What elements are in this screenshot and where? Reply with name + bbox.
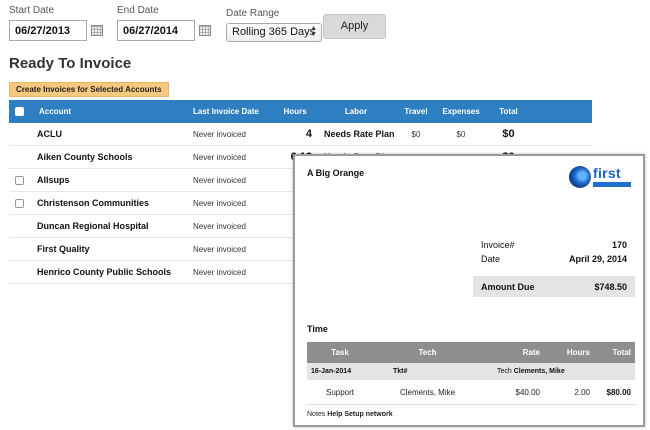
row-task: Support	[325, 387, 355, 397]
last-invoice-date: Never invoiced	[193, 152, 246, 162]
apply-button[interactable]: Apply	[323, 14, 386, 39]
row-checkbox[interactable]	[14, 198, 24, 208]
logo-mark-icon	[569, 166, 591, 188]
invoice-notes: Notes Help Setup network	[307, 411, 393, 418]
col-rate: Rate	[522, 348, 540, 357]
time-table: Task Tech Rate Hours Total 16-Jan-2014 T…	[307, 342, 635, 405]
amount-due-bar: Amount Due $748.50	[473, 276, 635, 297]
group-date: 16-Jan-2014	[311, 368, 352, 375]
accounts-table-header: Account Last Invoice Date Hours Labor Tr…	[9, 100, 592, 123]
account-name[interactable]: Duncan Regional Hospital	[29, 221, 183, 231]
col-total: Total	[612, 348, 631, 357]
amount-due-label: Amount Due	[481, 281, 535, 292]
account-name[interactable]: ACLU	[29, 129, 183, 139]
col-hours[interactable]: Hours	[278, 107, 316, 116]
page-title: Ready To Invoice	[9, 55, 132, 72]
invoice-company: A Big Orange	[307, 168, 365, 178]
start-date-group: Start Date	[9, 5, 103, 41]
start-date-input[interactable]	[9, 20, 87, 41]
time-section-label: Time	[307, 324, 328, 334]
notes-value: Help Setup network	[327, 411, 393, 418]
table-row[interactable]: ACLU Never invoiced 4 Needs Rate Plan $0 $0 $0	[9, 123, 592, 146]
invoice-preview: A Big Orange first Invoice# 170 Date Apr…	[293, 154, 645, 427]
col-expenses[interactable]: Expenses	[436, 107, 486, 116]
expenses-value: $0	[456, 129, 466, 139]
account-name[interactable]: Christenson Communities	[29, 198, 183, 208]
time-group-row: 16-Jan-2014 Tkt# Tech Clements, Mike	[307, 363, 635, 380]
last-invoice-date: Never invoiced	[193, 129, 246, 139]
date-range-value: Rolling 365 Days	[232, 26, 316, 38]
invoice-date-label: Date	[481, 254, 501, 264]
date-range-select[interactable]: Rolling 365 Days ▲ ▼	[226, 23, 322, 42]
last-invoice-date: Never invoiced	[193, 244, 246, 254]
select-arrows-icon: ▲ ▼	[310, 25, 317, 38]
start-date-label: Start Date	[9, 5, 55, 16]
create-invoices-button[interactable]: Create Invoices for Selected Accounts	[9, 82, 169, 97]
calendar-icon[interactable]	[91, 25, 103, 36]
amount-due-value: $748.50	[594, 281, 627, 292]
last-invoice-date: Never invoiced	[193, 267, 246, 277]
col-labor[interactable]: Labor	[316, 107, 396, 116]
notes-label: Notes	[307, 411, 326, 418]
row-total: $80.00	[606, 387, 631, 397]
total-value: $0	[502, 128, 515, 140]
account-name[interactable]: Aiken County Schools	[29, 152, 183, 162]
account-name[interactable]: Henrico County Public Schools	[29, 267, 183, 277]
row-hours: 2.00	[574, 387, 590, 397]
last-invoice-date: Never invoiced	[193, 198, 246, 208]
last-invoice-date: Never invoiced	[193, 175, 246, 185]
account-name[interactable]: Allsups	[29, 175, 183, 185]
invoice-number-value: 170	[611, 240, 627, 250]
end-date-label: End Date	[117, 5, 159, 16]
col-travel[interactable]: Travel	[396, 107, 436, 116]
invoice-number-row: Invoice# 170	[473, 240, 635, 250]
invoice-date-row: Date April 29, 2014	[473, 254, 635, 264]
col-last-invoice-date[interactable]: Last Invoice Date	[183, 107, 278, 116]
date-range-label: Date Range	[226, 8, 280, 19]
row-checkbox[interactable]	[14, 175, 24, 185]
company-logo: first	[569, 166, 633, 194]
logo-word: first	[593, 165, 621, 181]
account-name[interactable]: First Quality	[29, 244, 183, 254]
end-date-group: End Date	[117, 5, 211, 41]
logo-bar	[593, 182, 631, 187]
group-ticket: Tkt#	[393, 368, 408, 375]
hours-value: 4	[305, 128, 312, 140]
invoice-date-value: April 29, 2014	[568, 254, 627, 264]
group-tech-name: Clements, Mike	[513, 368, 565, 375]
travel-value: $0	[411, 129, 421, 139]
row-tech: Clements, Mike	[399, 387, 456, 397]
time-table-header: Task Tech Rate Hours Total	[307, 342, 635, 363]
calendar-icon[interactable]	[199, 25, 211, 36]
invoice-number-label: Invoice#	[481, 240, 515, 250]
date-range-group: Date Range Rolling 365 Days ▲ ▼	[226, 8, 322, 42]
col-hours: Hours	[566, 348, 590, 357]
group-tech-label: Tech	[497, 368, 512, 375]
time-table-row: Support Clements, Mike $40.00 2.00 $80.0…	[307, 380, 635, 405]
last-invoice-date: Never invoiced	[193, 221, 246, 231]
row-rate: $40.00	[515, 387, 540, 397]
col-total[interactable]: Total	[486, 107, 531, 116]
labor-value: Needs Rate Plan	[324, 129, 395, 139]
col-task: Task	[331, 348, 349, 357]
end-date-input[interactable]	[117, 20, 195, 41]
col-account[interactable]: Account	[29, 107, 183, 116]
select-all-checkbox[interactable]	[14, 107, 24, 116]
col-tech: Tech	[418, 348, 437, 357]
